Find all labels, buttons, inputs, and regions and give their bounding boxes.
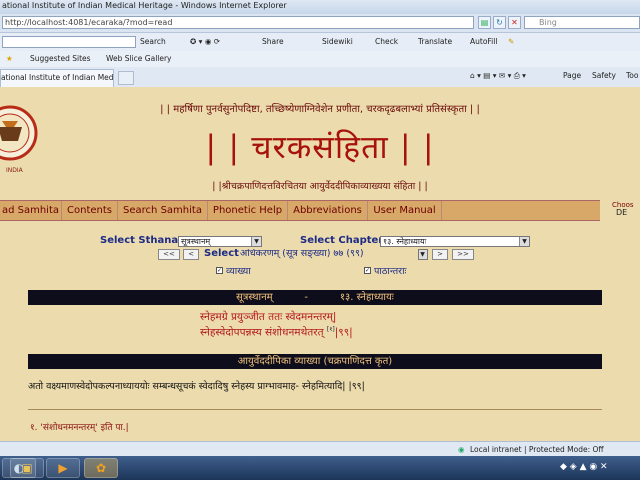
last-button[interactable]: >>	[452, 249, 474, 260]
app-taskbar-icon[interactable]: ✿	[84, 458, 118, 478]
page-subtitle: | |श्रीचक्रपाणिदत्तविरचितया आयुर्वेददीपि…	[212, 181, 428, 192]
search-box[interactable]: Bing	[524, 16, 640, 29]
adhikarana-select[interactable]: अधिकरणम् (सूत्र सङ्ख्या) ७७ (९९)	[238, 249, 428, 260]
address-row: http://localhost:4081/ecaraka/?mod=read …	[0, 14, 640, 33]
invocation-line: | | महर्षिणा पुनर्वसुनोपदिष्टा, तच्छिष्य…	[160, 104, 480, 115]
status-zone: Local intranet | Protected Mode: Off	[470, 445, 604, 454]
first-button[interactable]: <<	[158, 249, 180, 260]
next-button[interactable]: >	[432, 249, 448, 260]
toolbar-search-button[interactable]: Search	[140, 37, 166, 46]
explorer-taskbar-icon[interactable]: ▣	[10, 458, 44, 478]
tools-menu[interactable]: Too	[626, 71, 638, 80]
nav-user-manual[interactable]: User Manual	[368, 201, 442, 220]
sthana-label: Select Sthana	[100, 235, 179, 246]
divider	[28, 409, 602, 410]
taskbar: ◐ ▣ ▶ ✿ ◆ ◈ ▲ ◉ ✕	[0, 456, 640, 480]
chapter-select[interactable]: १३. स्नेहाध्यायः ▼	[380, 236, 530, 247]
prev-button[interactable]: <	[183, 249, 199, 260]
adhikarana-dropdown[interactable]: ▼	[418, 249, 428, 260]
footnote: १. 'संशोधनमनन्तरम्' इति पा.|	[30, 423, 129, 433]
toolbar-check-button[interactable]: Check	[375, 37, 398, 46]
logo-text: INDIA	[6, 167, 23, 174]
favorites-star-icon[interactable]: ★	[6, 54, 13, 63]
vyakhya-checkbox[interactable]: ✓	[216, 267, 223, 274]
verse-line-1: स्नेहमग्रे प्रयुञ्जीत ततः स्वेदमनन्तरम्|	[200, 311, 337, 323]
page-title: | | चरकसंहिता | |	[205, 128, 435, 166]
verse-note-link[interactable]: [१]	[327, 326, 335, 333]
new-tab-button[interactable]	[118, 71, 134, 85]
nav-phonetic-help[interactable]: Phonetic Help	[208, 201, 288, 220]
globe-icon: ◉	[458, 445, 465, 454]
script-chooser-value: DE	[616, 208, 628, 217]
media-player-taskbar-icon[interactable]: ▶	[46, 458, 80, 478]
vyakhya-label: व्याख्या	[226, 266, 251, 277]
section-header-bar: सूत्रस्थानम् - १३. स्नेहाध्यायः	[28, 290, 602, 305]
toolbar-sidewiki-button[interactable]: Sidewiki	[322, 37, 353, 46]
nav-abbreviations[interactable]: Abbreviations	[288, 201, 368, 220]
tab-row: ational Institute of Indian Medical ... …	[0, 67, 640, 88]
nav-search-samhita[interactable]: Search Samhita	[118, 201, 208, 220]
refresh-icon[interactable]: ↻	[493, 16, 506, 29]
status-bar: ◉ Local intranet | Protected Mode: Off	[0, 441, 640, 457]
toolbar-translate-button[interactable]: Translate	[418, 37, 452, 46]
pathantara-checkbox[interactable]: ✓	[364, 267, 371, 274]
verse-number: |९९|	[334, 326, 353, 339]
tray-icons[interactable]: ◆ ◈ ▲ ◉ ✕	[560, 462, 608, 472]
page-content: INDIA | | महर्षिणा पुनर्वसुनोपदिष्टा, तच…	[0, 87, 640, 441]
toolbar-autofill-button[interactable]: AutoFill	[470, 37, 497, 46]
adhikarana-select-value: अधिकरणम् (सूत्र सङ्ख्या) ७७ (९९)	[240, 249, 364, 259]
pencil-icon[interactable]: ✎	[508, 37, 514, 46]
sthana-select[interactable]: सूत्रस्थानम् ▼	[178, 236, 262, 247]
chapter-select-value: १३. स्नेहाध्यायः	[383, 237, 427, 246]
command-icons[interactable]: ⌂ ▾ ▤ ▾ ✉ ▾ ⎙ ▾	[470, 71, 526, 81]
window-title: ational Institute of Indian Medical Heri…	[2, 1, 287, 10]
pathantara-label: पाठान्तराः	[374, 266, 407, 277]
chapter-label: Select Chapter	[300, 235, 384, 246]
suggested-sites-link[interactable]: Suggested Sites	[30, 54, 91, 63]
toolbar-icons[interactable]: ✪ ▾ ◉ ⟳	[190, 37, 220, 46]
address-bar[interactable]: http://localhost:4081/ecaraka/?mod=read	[2, 16, 474, 29]
verse-line-2-text: स्नेहस्वेदोपपन्नस्य संशोधनमथेतरत्	[200, 326, 327, 339]
adhikarana-label: Select	[204, 248, 239, 259]
commentary-text: अतो वक्ष्यमाणस्वेदोपकल्पनाध्याययोः सम्बन…	[28, 381, 365, 392]
page-menu[interactable]: Page	[563, 71, 581, 80]
favorites-bar: ★ Suggested Sites Web Slice Gallery	[0, 51, 640, 68]
compat-view-icon[interactable]: ▤	[478, 16, 491, 29]
verse-line-2: स्नेहस्वेदोपपन्नस्य संशोधनमथेतरत् [१]|९९…	[200, 325, 353, 340]
nav-contents[interactable]: Contents	[62, 201, 118, 220]
stop-icon[interactable]: ✕	[508, 16, 521, 29]
safety-menu[interactable]: Safety	[592, 71, 616, 80]
nav-read-samhita[interactable]: ad Samhita	[0, 201, 62, 220]
toolbar-share-button[interactable]: Share	[262, 37, 284, 46]
script-chooser[interactable]: Choos DE	[612, 201, 634, 217]
chevron-down-icon: ▼	[519, 237, 529, 246]
chevron-down-icon: ▼	[419, 250, 427, 259]
commentary-header-bar: आयुर्वेददीपिका व्याख्या (चक्रपाणिदत्त कृ…	[28, 354, 602, 369]
window-titlebar: ational Institute of Indian Medical Heri…	[0, 0, 640, 14]
google-toolbar: Search ✪ ▾ ◉ ⟳ Share Sidewiki Check Tran…	[0, 33, 640, 52]
sthana-select-value: सूत्रस्थानम्	[181, 237, 211, 246]
toolbar-search-input[interactable]	[2, 36, 136, 48]
chevron-down-icon: ▼	[251, 237, 261, 246]
web-slice-gallery-link[interactable]: Web Slice Gallery	[106, 54, 172, 63]
browser-tab[interactable]: ational Institute of Indian Medical ...	[0, 69, 114, 87]
main-nav: ad Samhita Contents Search Samhita Phone…	[0, 200, 600, 221]
